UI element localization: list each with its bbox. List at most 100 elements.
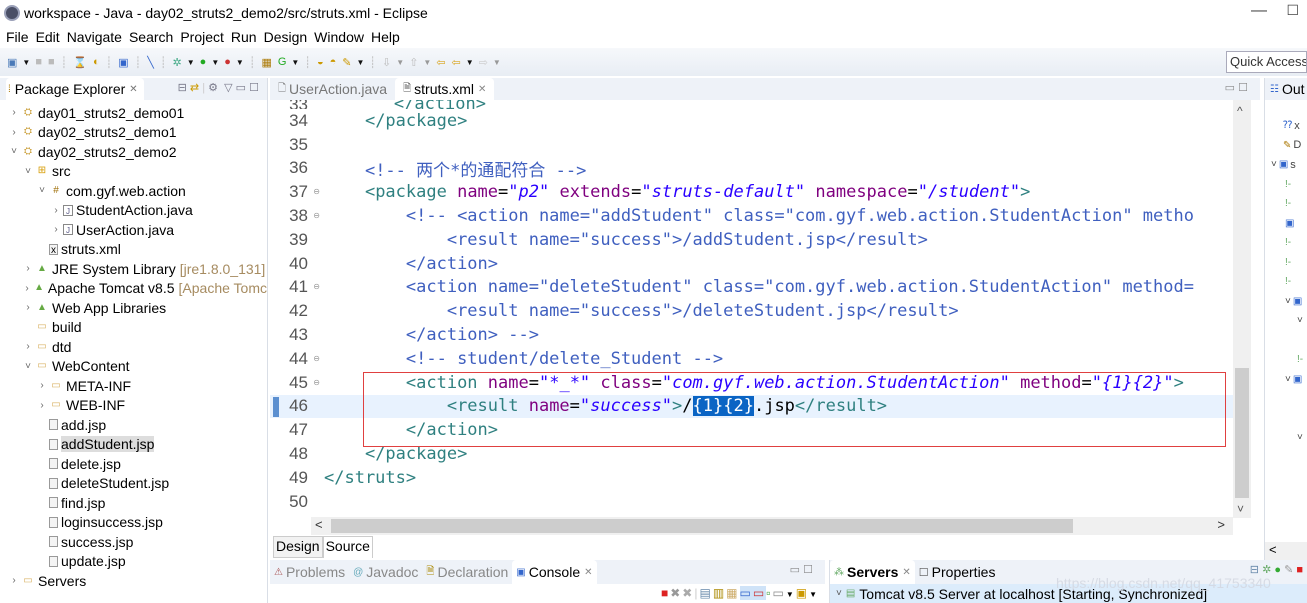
- start-server-icon[interactable]: ●: [1274, 564, 1281, 576]
- run-dropdown-icon[interactable]: ▼: [211, 58, 219, 67]
- chevron-right-icon[interactable]: ›: [22, 283, 32, 294]
- stop-server-icon[interactable]: ■: [1296, 564, 1303, 576]
- tree-item[interactable]: ˅ ▭ WebContent: [0, 357, 267, 377]
- outline-horizontal-scrollbar[interactable]: <: [1265, 542, 1307, 560]
- chevron-right-icon[interactable]: ›: [36, 380, 48, 391]
- chevron-right-icon[interactable]: ›: [22, 341, 34, 352]
- new-icon[interactable]: ▣: [7, 56, 17, 69]
- maximize-icon[interactable]: ☐: [1238, 82, 1248, 94]
- chevron-down-icon[interactable]: ˅: [836, 588, 842, 599]
- link-with-editor-icon[interactable]: ⇄: [190, 82, 199, 94]
- tree-item[interactable]: › ▲ Web App Libraries: [0, 298, 267, 318]
- tree-item[interactable]: › J StudentAction.java: [0, 201, 267, 221]
- chevron-down-icon[interactable]: ˅: [36, 185, 48, 196]
- tree-item[interactable]: ˅ ⛭ day02_struts2_demo2: [0, 142, 267, 162]
- tree-item[interactable]: success.jsp: [0, 532, 267, 552]
- fold-toggle-icon[interactable]: ⊖: [313, 187, 320, 196]
- fold-toggle-icon[interactable]: ⊖: [313, 354, 320, 363]
- minimize-icon[interactable]: ▭: [1225, 82, 1235, 94]
- tree-item[interactable]: › ▭ WEB-INF: [0, 396, 267, 416]
- prev-annotation-icon[interactable]: ⇧: [409, 56, 418, 69]
- profile-server-icon[interactable]: ✎: [1284, 564, 1293, 576]
- forward-icon[interactable]: ⇨: [479, 56, 488, 69]
- open-console-icon[interactable]: ▣: [796, 586, 809, 600]
- scrollbar-thumb[interactable]: [331, 519, 1073, 533]
- outline-item[interactable]: !-: [1265, 194, 1307, 214]
- menu-navigate[interactable]: Navigate: [67, 29, 122, 45]
- tree-item[interactable]: delete.jsp: [0, 454, 267, 474]
- external-dropdown-icon[interactable]: ▼: [236, 58, 244, 67]
- outline-item[interactable]: ˅ ▣ s: [1265, 155, 1307, 175]
- debug-icon[interactable]: ✲: [173, 56, 182, 69]
- chevron-down-icon[interactable]: ˅: [8, 146, 20, 157]
- tree-item[interactable]: › ⛭ day02_struts2_demo1: [0, 123, 267, 143]
- scroll-down-icon[interactable]: ˅: [1237, 502, 1244, 516]
- outline-item[interactable]: !-: [1265, 272, 1307, 292]
- tree-item[interactable]: add.jsp: [0, 415, 267, 435]
- clear-console-icon[interactable]: ▤: [699, 586, 712, 600]
- tab-servers[interactable]: ⁂ Servers ✕: [830, 560, 915, 584]
- prev-annotation-dropdown-icon[interactable]: ▼: [423, 58, 431, 67]
- save-all-icon[interactable]: ■: [48, 56, 55, 68]
- chevron-right-icon[interactable]: ›: [50, 224, 62, 235]
- tree-item[interactable]: › ▭ Servers: [0, 571, 267, 591]
- tree-item[interactable]: › ▭ META-INF: [0, 376, 267, 396]
- scroll-up-icon[interactable]: ^: [1237, 104, 1243, 118]
- menu-edit[interactable]: Edit: [36, 29, 60, 45]
- print-icon[interactable]: ⌛: [73, 56, 87, 69]
- forward-dropdown-icon[interactable]: ▼: [493, 58, 501, 67]
- tab-console[interactable]: ▣ Console ✕: [512, 560, 597, 584]
- chevron-down-icon[interactable]: ˅: [22, 166, 34, 177]
- pen-icon[interactable]: ✎: [342, 56, 351, 69]
- tree-item[interactable]: › ▲ JRE System Library [jre1.8.0_131]: [0, 259, 267, 279]
- menu-run[interactable]: Run: [231, 29, 257, 45]
- tab-javadoc[interactable]: @ Javadoc: [349, 564, 422, 580]
- open-folder-icon[interactable]: ◓: [330, 56, 337, 68]
- tab-useraction-java[interactable]: 🗋 UserAction.java: [270, 78, 395, 100]
- chevron-right-icon[interactable]: ›: [22, 263, 34, 274]
- code-editor[interactable]: 33 </action> 34 </package>3536 <!-- 两个*的…: [270, 100, 1235, 518]
- tab-declaration[interactable]: 🗎 Declaration: [422, 564, 512, 581]
- tree-item[interactable]: deleteStudent.jsp: [0, 474, 267, 494]
- menu-file[interactable]: File: [6, 29, 29, 45]
- close-tab-icon[interactable]: ✕: [478, 84, 486, 95]
- editor-horizontal-scrollbar[interactable]: < >: [311, 517, 1233, 535]
- tree-item[interactable]: x struts.xml: [0, 240, 267, 260]
- menu-window[interactable]: Window: [314, 29, 364, 45]
- chevron-right-icon[interactable]: ›: [8, 127, 20, 138]
- fold-toggle-icon[interactable]: ⊖: [313, 378, 320, 387]
- outline-item[interactable]: ˅ ▣: [1265, 370, 1307, 390]
- tree-item[interactable]: ˅ ⊞ src: [0, 162, 267, 182]
- scrollbar-thumb[interactable]: [1235, 368, 1249, 498]
- run-external-icon[interactable]: ●: [224, 56, 231, 68]
- scroll-left-icon[interactable]: <: [1269, 542, 1277, 557]
- back-dropdown-icon[interactable]: ▼: [466, 58, 474, 67]
- close-tab-icon[interactable]: ✕: [902, 567, 910, 578]
- outline-tab[interactable]: ☷ Out: [1265, 78, 1307, 100]
- tree-item[interactable]: update.jsp: [0, 552, 267, 572]
- next-annotation-dropdown-icon[interactable]: ▼: [396, 58, 404, 67]
- editor-vertical-scrollbar[interactable]: ^ ˅: [1233, 100, 1251, 518]
- display-console-icon[interactable]: ▭: [772, 586, 785, 600]
- fold-toggle-icon[interactable]: ⊖: [313, 282, 320, 291]
- debug-dropdown-icon[interactable]: ▼: [187, 58, 195, 67]
- minimize-icon[interactable]: ▭: [790, 564, 800, 576]
- next-annotation-icon[interactable]: ⇩: [382, 56, 391, 69]
- package-explorer-tab[interactable]: ⁞ Package Explorer ✕: [6, 78, 144, 100]
- new-class-icon[interactable]: G: [278, 56, 287, 68]
- save-icon[interactable]: ■: [35, 56, 42, 68]
- filter-icon[interactable]: ⚙: [208, 82, 218, 94]
- outline-item[interactable]: ✎ D: [1265, 136, 1307, 156]
- outline-item[interactable]: !-: [1265, 175, 1307, 195]
- remove-launch-icon[interactable]: ✖: [670, 586, 682, 600]
- chevron-right-icon[interactable]: ›: [50, 205, 62, 216]
- tab-properties[interactable]: ☐ Properties: [915, 564, 1000, 580]
- outline-item[interactable]: !-: [1265, 253, 1307, 273]
- back-icon[interactable]: ⇦: [452, 56, 461, 69]
- new-package-icon[interactable]: ▦: [261, 56, 271, 69]
- outline-item[interactable]: ˅: [1265, 311, 1307, 331]
- chevron-right-icon[interactable]: ›: [22, 302, 34, 313]
- tree-item[interactable]: › J UserAction.java: [0, 220, 267, 240]
- tab-problems[interactable]: ⚠ Problems: [270, 564, 349, 580]
- maximize-icon[interactable]: ☐: [249, 82, 259, 94]
